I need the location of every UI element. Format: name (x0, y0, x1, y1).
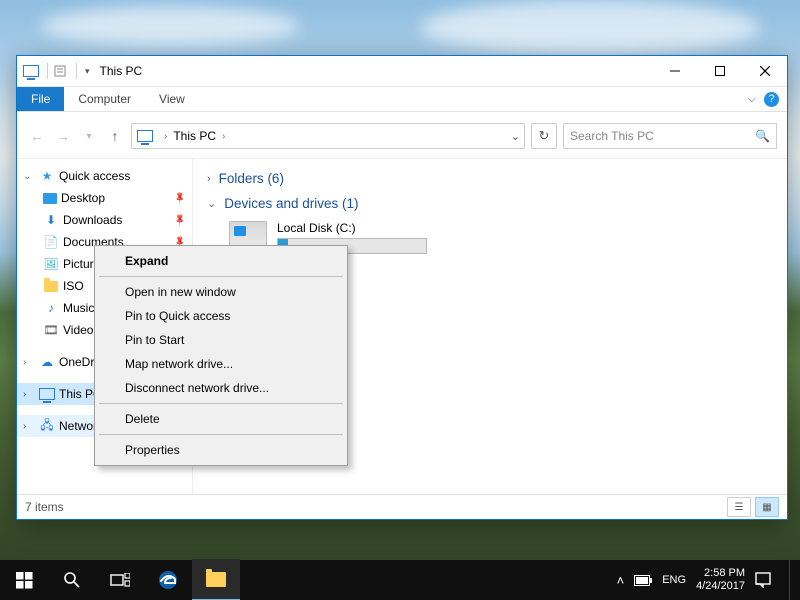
start-button[interactable] (0, 560, 48, 600)
tray-time: 2:58 PM (704, 567, 745, 580)
address-dropdown-chevron[interactable]: ⌄ (511, 130, 520, 143)
refresh-button[interactable]: ↻ (531, 123, 557, 149)
group-devices[interactable]: ⌄ Devices and drives (1) (207, 196, 773, 211)
tray-clock[interactable]: 2:58 PM 4/24/2017 (696, 567, 745, 593)
ribbon-tab-computer[interactable]: Computer (64, 87, 145, 111)
drive-name: Local Disk (C:) (277, 221, 427, 235)
maximize-button[interactable] (697, 56, 742, 86)
address-segment[interactable]: This PC (173, 129, 216, 143)
wallpaper-cloud (420, 0, 760, 55)
ribbon-tabs: File Computer View ⌵ ? (17, 87, 787, 112)
search-input[interactable]: Search This PC 🔍 (563, 123, 777, 149)
downloads-icon: ⬇ (43, 212, 59, 228)
qat-separator (76, 63, 77, 79)
tree-item-downloads[interactable]: ⬇ Downloads (17, 209, 192, 231)
videos-icon: 🎞 (43, 322, 59, 338)
tree-label: Music (63, 301, 94, 315)
taskbar-edge[interactable] (144, 560, 192, 600)
pictures-icon: 🖼 (43, 256, 59, 272)
up-button[interactable]: ↑ (105, 126, 125, 146)
context-menu-separator (99, 403, 343, 404)
address-location-icon (136, 127, 154, 145)
group-label: Devices and drives (1) (224, 196, 358, 211)
chevron-right-icon[interactable]: › (23, 421, 35, 432)
tray-chevron-icon[interactable]: ˄ (617, 573, 625, 588)
tree-label: ISO (63, 279, 84, 293)
context-menu: Expand Open in new windowPin to Quick acc… (94, 245, 348, 466)
large-icons-view-button[interactable]: ▦ (755, 497, 779, 517)
tree-label: Quick access (59, 169, 130, 183)
context-menu-separator (99, 434, 343, 435)
qat-properties-icon[interactable] (52, 63, 68, 79)
tree-label: Downloads (63, 213, 122, 227)
help-icon[interactable]: ? (764, 92, 779, 107)
tree-quick-access[interactable]: ⌄ ★ Quick access (17, 165, 192, 187)
details-view-button[interactable]: ☰ (727, 497, 751, 517)
qat-separator (47, 63, 48, 79)
taskbar[interactable]: ˄ ENG 2:58 PM 4/24/2017 (0, 560, 800, 600)
chevron-down-icon[interactable]: ⌄ (207, 197, 216, 210)
search-taskbar-button[interactable] (48, 560, 96, 600)
wallpaper-cloud (40, 6, 300, 46)
titlebar[interactable]: ▾ This PC (17, 56, 787, 87)
context-menu-separator (99, 276, 343, 277)
chevron-right-icon[interactable]: › (207, 173, 211, 185)
minimize-button[interactable] (652, 56, 697, 86)
context-menu-item[interactable]: Properties (97, 438, 345, 462)
action-center-icon[interactable] (755, 572, 771, 588)
context-menu-item[interactable]: Expand (97, 249, 345, 273)
show-desktop-button[interactable] (789, 560, 796, 600)
address-chevron-icon[interactable]: › (222, 131, 225, 142)
group-label: Folders (6) (219, 171, 284, 186)
chevron-right-icon[interactable]: › (23, 357, 35, 368)
status-bar: 7 items ☰ ▦ (17, 494, 787, 519)
ribbon-expand-chevron[interactable]: ⌵ (748, 93, 756, 106)
address-bar[interactable]: › This PC › ⌄ (131, 123, 525, 149)
tree-label: Desktop (61, 191, 105, 205)
context-menu-item[interactable]: Disconnect network drive... (97, 376, 345, 400)
group-folders[interactable]: › Folders (6) (207, 171, 773, 186)
desktop-icon (43, 193, 57, 204)
chevron-down-icon[interactable]: ⌄ (23, 171, 35, 182)
search-icon: 🔍 (755, 129, 770, 143)
search-placeholder: Search This PC (570, 129, 654, 143)
chevron-right-icon[interactable]: › (23, 389, 35, 400)
taskbar-file-explorer[interactable] (192, 559, 240, 600)
back-button[interactable]: ← (27, 126, 47, 146)
task-view-button[interactable] (96, 560, 144, 600)
ribbon-tab-file[interactable]: File (17, 87, 64, 111)
star-icon: ★ (39, 168, 55, 184)
ribbon-tab-view[interactable]: View (145, 87, 199, 111)
forward-button[interactable]: → (53, 126, 73, 146)
onedrive-icon: ☁ (39, 354, 55, 370)
tray-date: 4/24/2017 (696, 580, 745, 593)
navigation-toolbar: ← → ▾ ↑ › This PC › ⌄ ↻ Search This PC 🔍 (17, 118, 787, 154)
system-tray[interactable]: ˄ ENG 2:58 PM 4/24/2017 (617, 560, 800, 600)
context-menu-item[interactable]: Map network drive... (97, 352, 345, 376)
recent-locations-button[interactable]: ▾ (79, 126, 99, 146)
this-pc-icon (39, 386, 55, 402)
network-icon: 🖧 (39, 418, 55, 434)
folder-icon (43, 278, 59, 294)
status-item-count: 7 items (25, 500, 64, 514)
context-menu-item[interactable]: Pin to Quick access (97, 304, 345, 328)
music-icon: ♪ (43, 300, 59, 316)
close-button[interactable] (742, 56, 787, 86)
tree-item-desktop[interactable]: Desktop (17, 187, 192, 209)
context-menu-item[interactable]: Delete (97, 407, 345, 431)
context-menu-item[interactable]: Pin to Start (97, 328, 345, 352)
address-chevron-icon[interactable]: › (164, 131, 167, 142)
language-indicator[interactable]: ENG (662, 574, 686, 586)
documents-icon: 📄 (43, 234, 59, 250)
window-title: This PC (100, 64, 143, 78)
app-icon (23, 63, 39, 79)
folder-icon (206, 572, 226, 587)
context-menu-item[interactable]: Open in new window (97, 280, 345, 304)
battery-icon[interactable] (634, 575, 652, 586)
qat-customize-chevron[interactable]: ▾ (81, 66, 94, 77)
